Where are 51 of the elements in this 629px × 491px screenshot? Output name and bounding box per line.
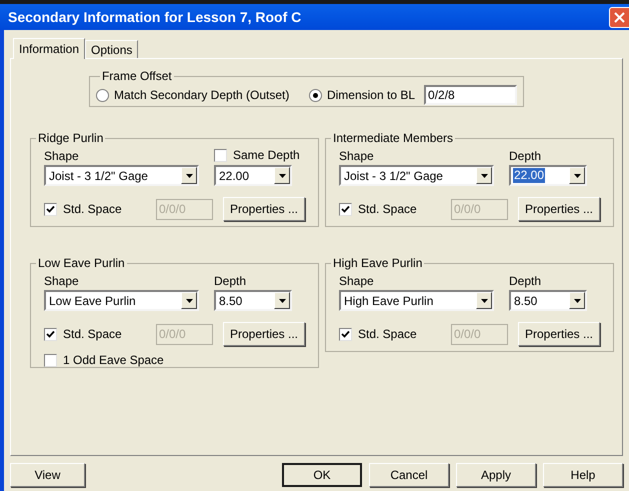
depth-dropdown[interactable]: 22.00 [509, 165, 587, 186]
field-label: Shape [44, 148, 80, 163]
dialog-button[interactable]: OK [282, 463, 362, 487]
group-title: Ridge Purlin [37, 130, 104, 147]
group-title: Intermediate Members [332, 130, 454, 147]
shape-dropdown[interactable]: High Eave Purlin [339, 290, 494, 311]
dialog-button[interactable]: Apply [456, 463, 536, 487]
field-label: Depth [214, 273, 248, 288]
check-icon [341, 330, 350, 338]
dialog-button[interactable]: View [10, 463, 85, 487]
field-label: Shape [339, 148, 375, 163]
checkbox-label: Std. Space [63, 326, 122, 343]
group-title: High Eave Purlin [332, 255, 424, 272]
close-icon [614, 12, 625, 22]
field-label: Depth [509, 273, 542, 288]
check-icon [46, 330, 55, 338]
depth-dropdown[interactable]: 8.50 [509, 290, 587, 311]
shape-dropdown[interactable]: Low Eave Purlin [44, 290, 199, 311]
group-title: Low Eave Purlin [37, 255, 126, 272]
field-label: Shape [339, 273, 375, 288]
checkbox-label: Std. Space [358, 201, 417, 218]
properties-button[interactable]: Properties ... [223, 197, 305, 221]
group-title: Frame Offset [100, 68, 173, 85]
checkbox-label: Std. Space [358, 326, 417, 343]
checkbox-label: Std. Space [63, 201, 122, 218]
shape-dropdown[interactable]: Joist - 3 1/2" Gage [339, 165, 494, 186]
depth-dropdown[interactable]: 8.50 [214, 290, 292, 311]
check-icon [341, 204, 350, 214]
properties-button[interactable]: Properties ... [518, 197, 600, 221]
radio-label: Dimension to BL [326, 87, 416, 104]
depth-dropdown[interactable]: 22.00 [214, 165, 292, 186]
offset-field[interactable]: 0/2/8 [424, 85, 518, 105]
tab[interactable]: Information [13, 38, 86, 59]
field-label: Shape [44, 273, 80, 288]
field-label: Depth [509, 148, 542, 163]
radio-button[interactable] [96, 88, 109, 102]
check-icon [46, 204, 55, 214]
close-button[interactable] [609, 6, 629, 28]
checkbox-label: 1 Odd Eave Space [63, 352, 164, 369]
radio-button[interactable] [308, 88, 322, 102]
dialog-button[interactable]: Cancel [369, 463, 449, 487]
shape-dropdown[interactable]: Joist - 3 1/2" Gage [44, 165, 199, 186]
checkbox[interactable] [214, 148, 227, 162]
properties-button[interactable]: Properties ... [223, 322, 305, 346]
radio-label: Match Secondary Depth (Outset) [114, 87, 290, 104]
checkbox[interactable] [44, 354, 57, 366]
dialog-button[interactable]: Help [543, 463, 623, 487]
properties-button[interactable]: Properties ... [518, 322, 600, 346]
window-title: Secondary Information for Lesson 7, Roof C [8, 8, 302, 27]
tab[interactable]: Options [85, 40, 138, 58]
checkbox-label: Same Depth [233, 147, 300, 164]
